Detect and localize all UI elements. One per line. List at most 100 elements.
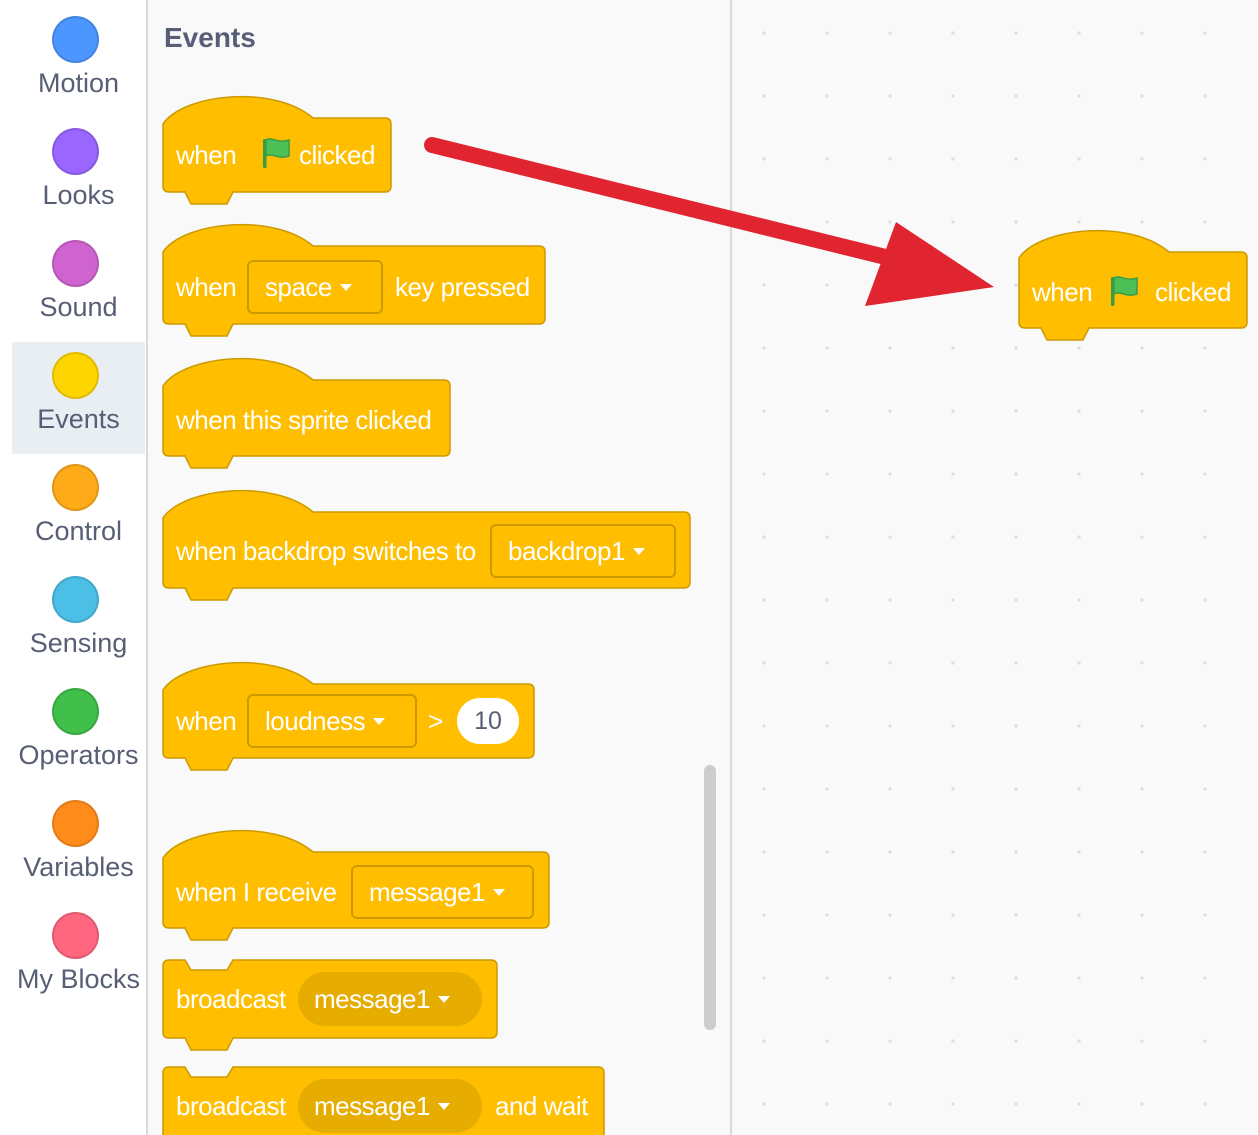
block-text: when this sprite clicked [176, 405, 432, 435]
category-events[interactable]: Events [12, 342, 145, 454]
when-loudness-block[interactable]: when loudness > 10 [162, 656, 535, 774]
category-my-blocks[interactable]: My Blocks [12, 902, 145, 1014]
block-text: when I receive [176, 877, 337, 907]
category-label: Motion [37, 68, 120, 98]
broadcast-wait-message-dropdown[interactable]: message1 [298, 1079, 482, 1133]
category-variables[interactable]: Variables [12, 790, 145, 902]
looks-dot-icon [52, 128, 99, 175]
grid-dot [1140, 598, 1144, 602]
motion-dot-icon [52, 16, 99, 63]
grid-dot [1077, 346, 1081, 350]
chevron-down-icon [492, 888, 505, 896]
grid-dot [1014, 535, 1018, 539]
grid-dot [1077, 850, 1081, 854]
grid-dot [1014, 1039, 1018, 1043]
grid-dot [888, 724, 892, 728]
grid-dot [762, 850, 766, 854]
when-key-pressed-block[interactable]: when space key pressed [162, 222, 546, 340]
when-sprite-clicked-block[interactable]: when this sprite clicked [162, 354, 451, 472]
grid-dot [1140, 850, 1144, 854]
grid-dot [1203, 787, 1207, 791]
category-label: Control [34, 516, 123, 546]
grid-dot [888, 598, 892, 602]
grid-dot [1014, 94, 1018, 98]
grid-dot [888, 409, 892, 413]
grid-dot [1140, 1039, 1144, 1043]
grid-dot [825, 283, 829, 287]
grid-dot [1014, 787, 1018, 791]
grid-dot [951, 787, 955, 791]
events-dot-icon [52, 352, 99, 399]
grid-dot [888, 31, 892, 35]
category-sound[interactable]: Sound [12, 230, 145, 342]
grid-dot [1203, 661, 1207, 665]
grid-dot [888, 661, 892, 665]
grid-dot [951, 850, 955, 854]
category-operators[interactable]: Operators [12, 678, 145, 790]
chevron-down-icon [373, 717, 386, 725]
grid-dot [1140, 346, 1144, 350]
grid-dot [1203, 535, 1207, 539]
grid-dot [1140, 1102, 1144, 1106]
grid-dot [1077, 787, 1081, 791]
grid-dot [888, 913, 892, 917]
when-flag-clicked-block[interactable]: when clicked [162, 88, 392, 206]
backdrop-dropdown-value: backdrop1 [508, 536, 625, 566]
message-dropdown[interactable]: message1 [351, 865, 534, 919]
grid-dot [1203, 220, 1207, 224]
block-text-when: when [176, 140, 237, 170]
chevron-down-icon [339, 283, 352, 291]
broadcast-wait-message-value: message1 [314, 1091, 430, 1121]
grid-dot [951, 661, 955, 665]
chevron-down-icon [437, 1102, 450, 1110]
grid-dot [888, 535, 892, 539]
grid-dot [951, 1102, 955, 1106]
category-label: Sound [39, 292, 118, 322]
grid-dot [762, 787, 766, 791]
backdrop-dropdown[interactable]: backdrop1 [490, 524, 676, 578]
category-sensing[interactable]: Sensing [12, 566, 145, 678]
grid-dot [1077, 472, 1081, 476]
category-label: My Blocks [16, 964, 141, 994]
loudness-value-input[interactable]: 10 [457, 698, 519, 744]
control-dot-icon [52, 464, 99, 511]
when-i-receive-block[interactable]: when I receive message1 [162, 826, 550, 944]
grid-dot [1014, 661, 1018, 665]
grid-dot [888, 346, 892, 350]
grid-dot [1077, 220, 1081, 224]
when-backdrop-switches-block[interactable]: when backdrop switches to backdrop1 [162, 486, 691, 604]
workspace-when-flag-clicked-block[interactable]: when clicked [1018, 226, 1248, 344]
block-text: broadcast [176, 984, 286, 1014]
key-dropdown[interactable]: space [247, 260, 383, 314]
category-control[interactable]: Control [12, 454, 145, 566]
grid-dot [1077, 535, 1081, 539]
grid-dot [1203, 1039, 1207, 1043]
grid-dot [951, 913, 955, 917]
broadcast-message-dropdown[interactable]: message1 [298, 972, 482, 1026]
grid-dot [1014, 346, 1018, 350]
grid-dot [762, 598, 766, 602]
broadcast-block[interactable]: broadcast message1 [162, 959, 498, 1051]
grid-dot [825, 220, 829, 224]
sound-dot-icon [52, 240, 99, 287]
sensor-dropdown[interactable]: loudness [247, 694, 417, 748]
my-blocks-dot-icon [52, 912, 99, 959]
grid-dot [1140, 409, 1144, 413]
grid-dot [888, 94, 892, 98]
grid-dot [1203, 598, 1207, 602]
grid-dot [888, 157, 892, 161]
green-flag-icon [263, 138, 290, 168]
grid-dot [951, 724, 955, 728]
broadcast-and-wait-block[interactable]: broadcast message1 and wait [162, 1066, 605, 1135]
category-motion[interactable]: Motion [12, 6, 145, 118]
grid-dot [1077, 976, 1081, 980]
block-text-clicked: clicked [1155, 277, 1231, 307]
grid-dot [825, 661, 829, 665]
grid-dot [951, 220, 955, 224]
category-label: Looks [42, 180, 115, 210]
palette-scrollbar[interactable] [704, 765, 716, 1030]
grid-dot [825, 724, 829, 728]
grid-dot [951, 598, 955, 602]
category-looks[interactable]: Looks [12, 118, 145, 230]
script-workspace[interactable] [730, 0, 1258, 1135]
